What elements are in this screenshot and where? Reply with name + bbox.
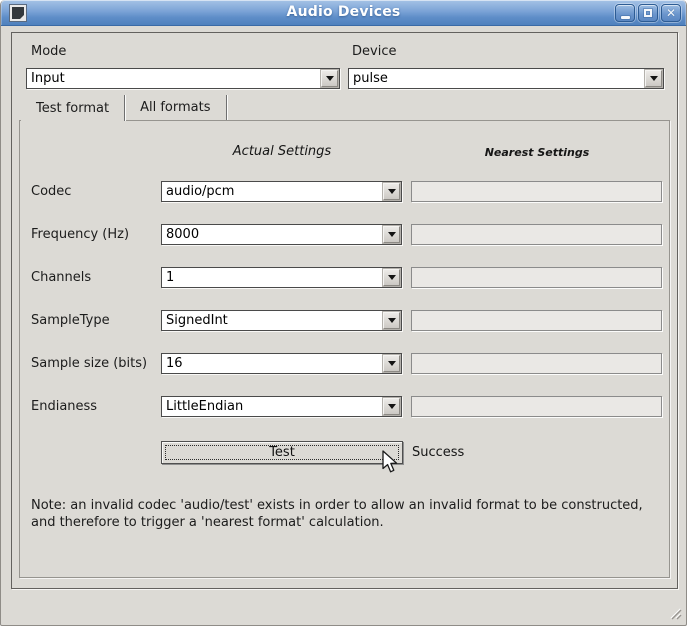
status-label: Success [412,445,464,460]
sampletype-combobox-value: SignedInt [162,311,382,330]
channels-combobox-value: 1 [162,268,382,287]
samplesize-combobox[interactable]: 16 [161,353,402,374]
tab-test-format[interactable]: Test format [21,95,125,121]
codec-combobox-value: audio/pcm [162,182,382,201]
titlebar-buttons: ✕ [615,4,681,22]
sampletype-combobox[interactable]: SignedInt [161,310,402,331]
close-button[interactable]: ✕ [661,4,681,22]
chevron-down-icon [388,361,396,366]
minimize-icon [621,16,630,19]
note-text: Note: an invalid codec 'audio/test' exis… [31,497,656,531]
mode-label: Mode [31,44,66,59]
endianess-nearest-field [411,396,662,417]
chevron-down-icon [388,404,396,409]
sampletype-label: SampleType [31,313,110,328]
column-header-actual-settings: Actual Settings [161,144,403,159]
frequency-combobox-value: 8000 [162,225,382,244]
column-header-nearest-settings: Nearest Settings [411,146,663,159]
chevron-down-icon [388,189,396,194]
endianess-combobox-dropdown-button[interactable] [383,398,400,415]
device-combobox-value: pulse [349,69,644,88]
endianess-label: Endianess [31,399,97,414]
codec-nearest-field [411,181,662,202]
codec-combobox-dropdown-button[interactable] [383,183,400,200]
chevron-down-icon [650,76,658,81]
endianess-combobox[interactable]: LittleEndian [161,396,402,417]
tab-bar: Test format All formats [21,95,227,121]
samplesize-combobox-dropdown-button[interactable] [383,355,400,372]
test-button[interactable]: Test [161,441,403,464]
samplesize-label: Sample size (bits) [31,356,147,371]
channels-combobox-dropdown-button[interactable] [383,269,400,286]
chevron-down-icon [326,76,334,81]
channels-nearest-field [411,267,662,288]
codec-label: Codec [31,184,71,199]
close-icon: ✕ [666,7,676,19]
frequency-nearest-field [411,224,662,245]
maximize-button[interactable] [638,4,658,22]
chevron-down-icon [388,318,396,323]
device-label: Device [352,44,396,59]
samplesize-nearest-field [411,353,662,374]
frequency-combobox[interactable]: 8000 [161,224,402,245]
minimize-button[interactable] [615,4,635,22]
frequency-combobox-dropdown-button[interactable] [383,226,400,243]
codec-combobox[interactable]: audio/pcm [161,181,402,202]
channels-label: Channels [31,270,91,285]
device-combobox-dropdown-button[interactable] [645,70,662,87]
mode-combobox[interactable]: Input [26,68,340,89]
sampletype-combobox-dropdown-button[interactable] [383,312,400,329]
titlebar[interactable]: Audio Devices ✕ [1,0,686,26]
device-combobox[interactable]: pulse [348,68,664,89]
chevron-down-icon [388,232,396,237]
mode-combobox-dropdown-button[interactable] [321,70,338,87]
resize-grip-icon[interactable] [668,606,682,620]
window-title: Audio Devices [1,4,686,20]
maximize-icon [644,9,652,17]
frequency-label: Frequency (Hz) [31,227,129,242]
tab-all-formats[interactable]: All formats [125,95,226,120]
test-button-label: Test [269,445,295,460]
chevron-down-icon [388,275,396,280]
channels-combobox[interactable]: 1 [161,267,402,288]
samplesize-combobox-value: 16 [162,354,382,373]
audio-devices-window: Audio Devices ✕ Mode Input Device pulse … [0,0,687,626]
endianess-combobox-value: LittleEndian [162,397,382,416]
mode-combobox-value: Input [27,69,320,88]
sampletype-nearest-field [411,310,662,331]
